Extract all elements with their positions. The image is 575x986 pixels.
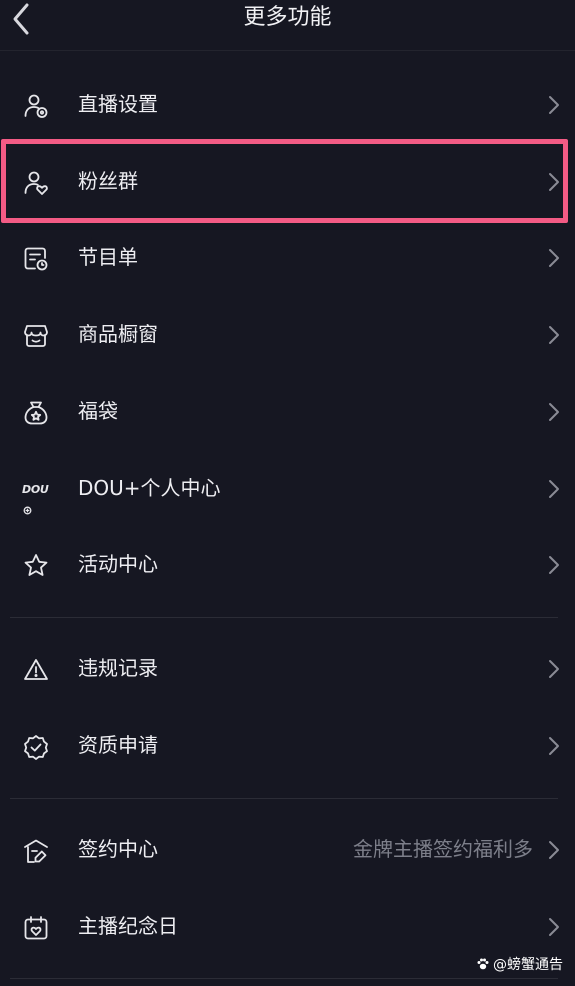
menu-item-violation-record[interactable]: 违规记录	[0, 636, 575, 702]
chevron-right-icon	[547, 736, 561, 756]
program-list-icon	[22, 245, 50, 273]
menu-item-dou-plus[interactable]: DOU DOU+个人中心	[0, 456, 575, 522]
menu-item-live-settings[interactable]: 直播设置	[0, 72, 575, 138]
star-icon	[22, 552, 50, 580]
menu-item-qualification-application[interactable]: 资质申请	[0, 713, 575, 779]
contract-promo-text: 金牌主播签约福利多	[353, 837, 533, 861]
menu-item-contract-center[interactable]: 签约中心 金牌主播签约福利多	[0, 817, 575, 883]
chevron-right-icon	[547, 555, 561, 575]
chevron-right-icon	[547, 917, 561, 937]
menu-item-anniversary[interactable]: 主播纪念日	[0, 894, 575, 960]
menu-item-program-list[interactable]: 节目单	[0, 225, 575, 291]
menu-item-product-showcase[interactable]: 商品橱窗	[0, 302, 575, 368]
menu-item-activity-center[interactable]: 活动中心	[0, 532, 575, 598]
chevron-right-icon	[547, 840, 561, 860]
contract-icon	[22, 837, 50, 865]
dou-logo-icon: DOU	[22, 479, 56, 515]
user-settings-icon	[22, 92, 50, 120]
chevron-right-icon	[547, 479, 561, 499]
menu-item-label: 活动中心	[78, 552, 158, 576]
calendar-heart-icon	[22, 914, 50, 942]
menu-item-lucky-bag[interactable]: 福袋	[0, 379, 575, 445]
section-divider	[10, 617, 558, 618]
menu-item-label: 福袋	[78, 399, 118, 423]
chevron-right-icon	[547, 172, 561, 192]
menu-item-label: 主播纪念日	[78, 914, 178, 938]
storefront-icon	[22, 322, 50, 350]
menu-item-label: 商品橱窗	[78, 322, 158, 346]
menu-item-label: 粉丝群	[78, 169, 138, 193]
navigation-bar: 更多功能	[0, 0, 575, 51]
chevron-right-icon	[547, 325, 561, 345]
menu-item-label: 节目单	[78, 245, 138, 269]
menu-item-label: 签约中心	[78, 837, 158, 861]
watermark: @螃蟹通告	[476, 955, 563, 975]
menu-item-fan-group[interactable]: 粉丝群	[0, 149, 575, 215]
menu-item-label: DOU+个人中心	[78, 476, 221, 500]
lucky-bag-icon	[22, 399, 50, 427]
dou-logo-text: DOU	[22, 483, 49, 496]
chevron-right-icon	[547, 248, 561, 268]
chevron-right-icon	[547, 95, 561, 115]
paw-icon	[476, 957, 490, 971]
menu-item-label: 资质申请	[78, 733, 158, 757]
warning-icon	[22, 656, 50, 684]
user-heart-icon	[22, 169, 50, 197]
verified-badge-icon	[22, 733, 50, 761]
chevron-right-icon	[547, 402, 561, 422]
chevron-right-icon	[547, 659, 561, 679]
watermark-text: @螃蟹通告	[493, 957, 563, 973]
section-divider	[10, 978, 558, 979]
menu-item-label: 违规记录	[78, 656, 158, 680]
section-divider	[10, 798, 558, 799]
menu-item-label: 直播设置	[78, 92, 158, 116]
page-title: 更多功能	[243, 5, 332, 30]
